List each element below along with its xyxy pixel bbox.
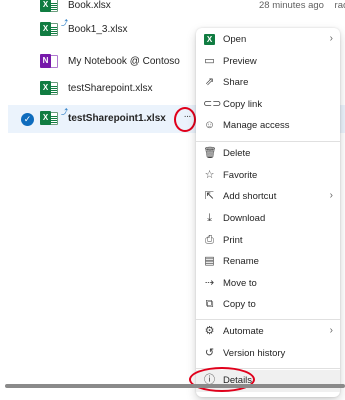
menu-item-share[interactable]: ⇗ Share [196,72,340,94]
file-name[interactable]: Book1_3.xlsx [68,24,127,35]
excel-file-icon: X [40,22,58,38]
menu-item-move-to[interactable]: ⇢ Move to [196,273,340,295]
menu-item-print[interactable]: ⎙ Print [196,230,340,252]
trash-icon: 🗑 [203,147,217,159]
star-icon: ☆ [204,169,215,181]
annotation-circle-details [189,367,255,392]
menu-separator [196,141,340,142]
person-key-icon: ☺ [203,119,216,131]
horizontal-scrollbar[interactable] [5,384,345,388]
file-name[interactable]: Book.xlsx [68,0,111,11]
menu-item-version-history[interactable]: ↺ Version history [196,343,340,365]
menu-item-preview[interactable]: ▭ Preview [196,51,340,73]
sync-icon: ⤴ [61,109,68,116]
excel-file-icon: X [40,111,58,127]
chevron-right-icon: › [329,190,333,201]
menu-item-delete[interactable]: 🗑 Delete [196,143,340,165]
automate-icon: ⚙ [204,325,215,337]
share-icon: ⇗ [204,76,215,88]
menu-item-favorite[interactable]: ☆ Favorite [196,165,340,187]
file-name[interactable]: testSharepoint1.xlsx [68,113,166,124]
menu-item-copy-to[interactable]: ⧉ Copy to [196,294,340,316]
file-name[interactable]: My Notebook @ Contoso [68,56,180,67]
link-icon: ⊂⊃ [203,98,222,110]
menu-item-add-shortcut[interactable]: ⇱ Add shortcut › [196,186,340,208]
menu-item-rename[interactable]: ▤ Rename [196,251,340,273]
menu-separator [196,319,340,320]
file-modified: 28 minutes ago raoju [259,0,345,11]
download-icon: ⤓ [207,212,212,224]
chevron-right-icon: › [329,325,333,336]
sync-icon: ⤴ [61,20,68,27]
preview-icon: ▭ [204,55,215,67]
menu-item-open[interactable]: X Open › [196,29,340,51]
annotation-circle-more [174,107,196,132]
menu-item-download[interactable]: ⤓ Download [196,208,340,230]
rename-icon: ▤ [204,255,215,267]
menu-item-copy-link[interactable]: ⊂⊃ Copy link [196,94,340,116]
copy-icon: ⧉ [205,298,214,310]
menu-item-manage-access[interactable]: ☺ Manage access [196,115,340,137]
selected-check-icon[interactable]: ✓ [21,113,34,126]
chevron-right-icon: › [329,33,333,44]
excel-file-icon: X [40,81,58,97]
file-name[interactable]: testSharepoint.xlsx [68,83,153,94]
onenote-file-icon: N [40,54,58,70]
move-icon: ⇢ [204,277,215,289]
context-menu: X Open › ▭ Preview ⇗ Share ⊂⊃ Copy link … [196,28,340,397]
excel-file-icon: X [40,0,58,14]
shortcut-icon: ⇱ [204,190,215,202]
excel-icon: X [203,33,216,46]
history-icon: ↺ [204,347,215,359]
print-icon: ⎙ [205,234,214,246]
menu-item-automate[interactable]: ⚙ Automate › [196,321,340,343]
